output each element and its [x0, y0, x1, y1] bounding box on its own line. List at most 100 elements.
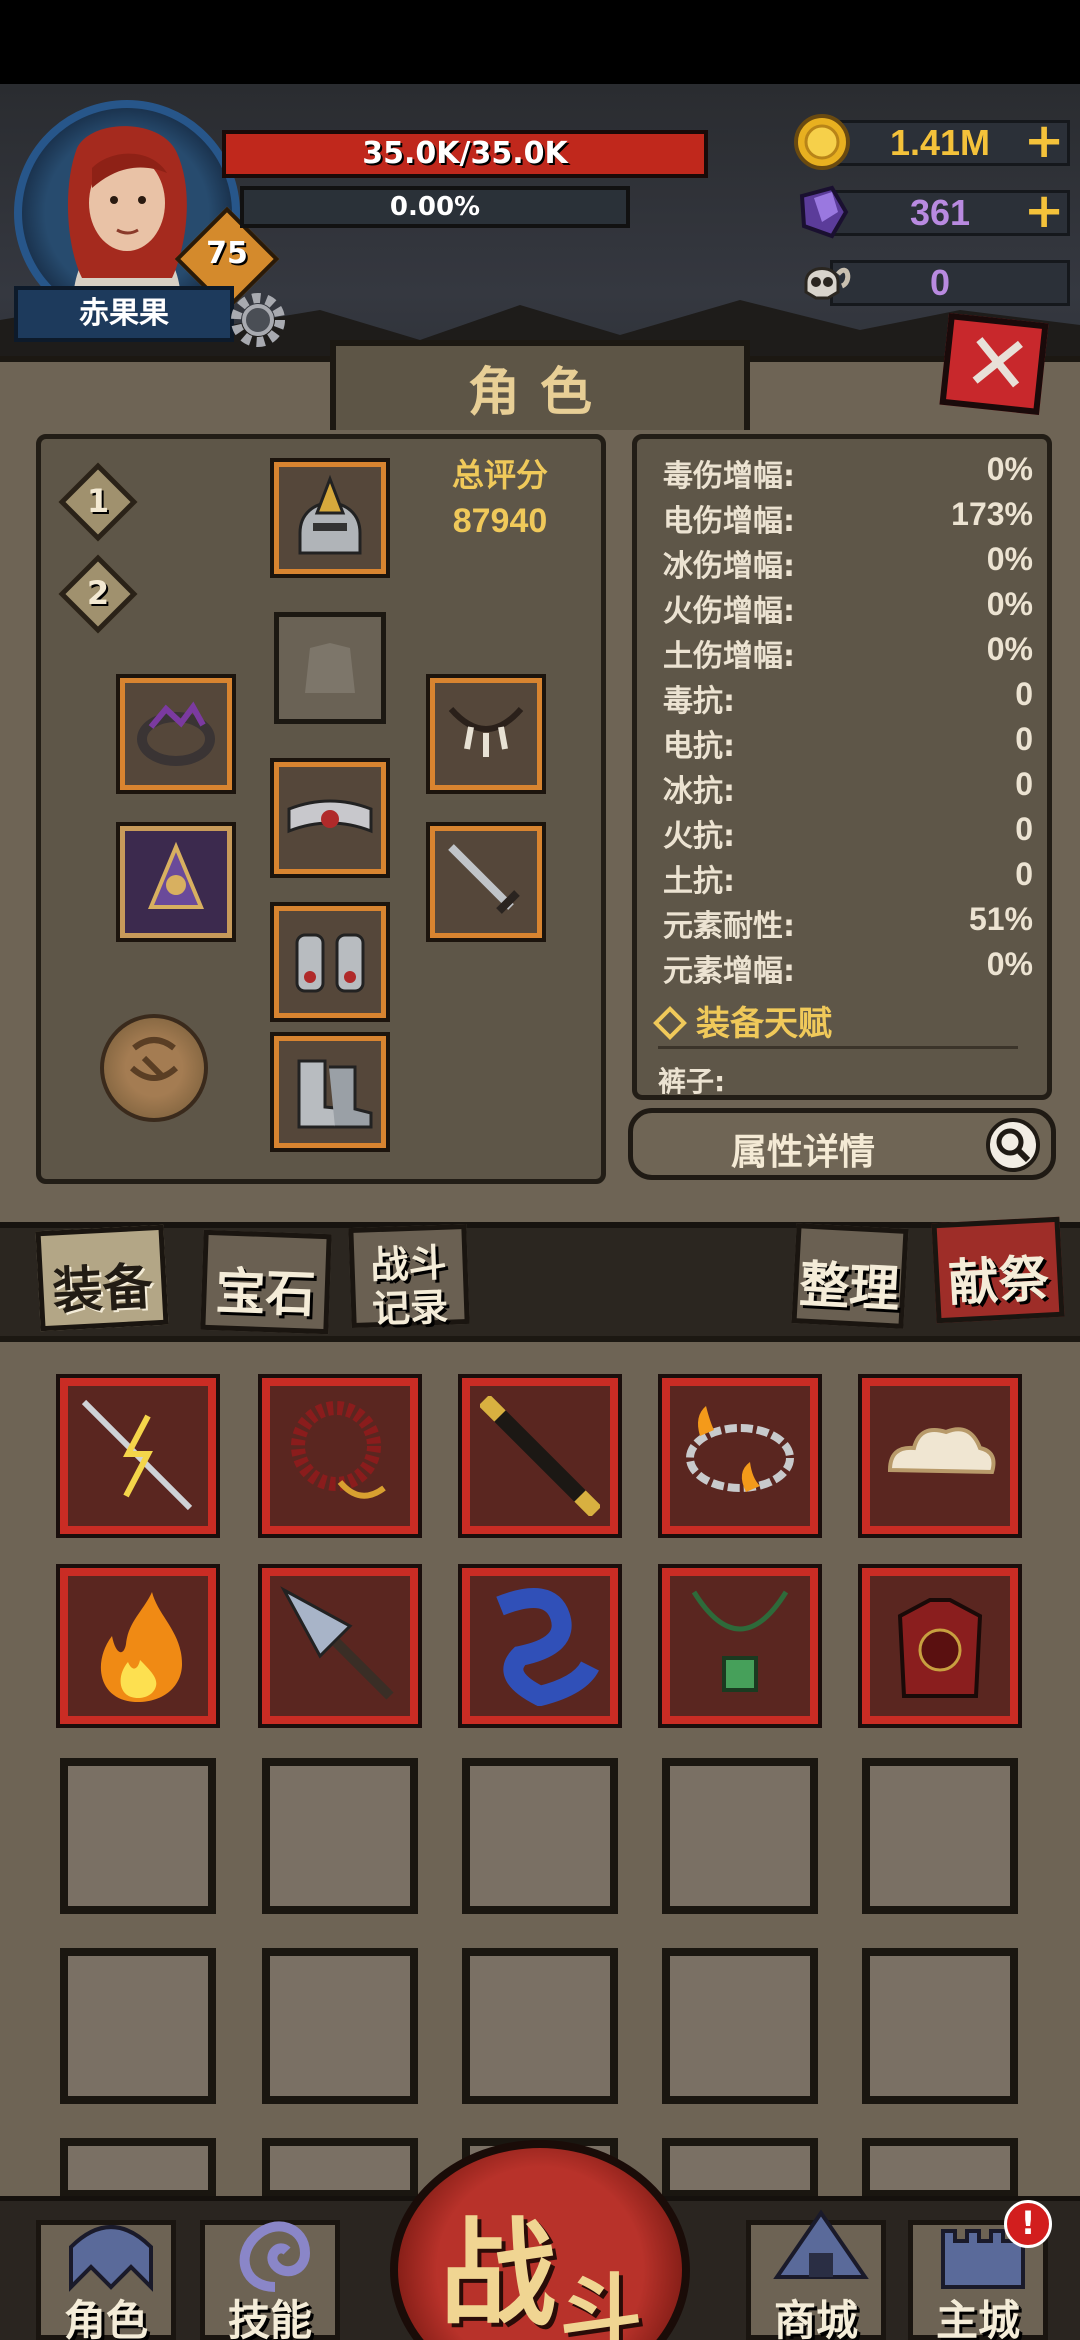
- stat-label: 电抗:: [663, 729, 735, 764]
- inventory-item[interactable]: [862, 1568, 1018, 1724]
- inventory-slot-empty[interactable]: [662, 1948, 818, 2104]
- helmet-nav-icon: [69, 2225, 153, 2292]
- claw-necklace-icon: [448, 706, 524, 757]
- sacrifice-button[interactable]: 献祭: [931, 1216, 1065, 1324]
- inventory-slot-empty[interactable]: [262, 1948, 418, 2104]
- armor-placeholder-icon: [305, 643, 355, 693]
- boots-slot[interactable]: [274, 1036, 386, 1148]
- stat-row: 元素耐性: 51%: [663, 901, 1033, 946]
- add-gold-button[interactable]: +: [1024, 117, 1064, 165]
- stat-row: 冰伤增幅: 0%: [663, 541, 1033, 586]
- stat-row: 土抗: 0: [663, 856, 1033, 901]
- stat-label: 毒伤增幅:: [663, 459, 795, 494]
- inventory-slot-empty[interactable]: [462, 1948, 618, 2104]
- attribute-details-label: 属性详情: [730, 1132, 875, 1173]
- battle-label-2: 斗: [560, 2265, 643, 2340]
- nav-character[interactable]: 角色: [36, 2220, 176, 2340]
- relic-icon: [148, 841, 204, 909]
- gauntlet-slot[interactable]: [274, 906, 386, 1018]
- nav-shop-label: 商城: [773, 2296, 858, 2340]
- stat-label: 毒抗:: [663, 684, 735, 719]
- stat-value: 0: [1015, 856, 1033, 892]
- gold-value: 1.41M: [889, 122, 991, 163]
- stat-value: 173%: [951, 496, 1033, 532]
- relic-slot[interactable]: [120, 826, 232, 938]
- inventory-item[interactable]: [60, 1378, 216, 1534]
- stat-row: 冰抗: 0: [663, 766, 1033, 811]
- skull-value: 0: [929, 262, 951, 303]
- tab-battle-log[interactable]: 战斗 记录: [348, 1223, 470, 1331]
- close-button[interactable]: ✕: [939, 313, 1049, 415]
- cloud-icon: [887, 1427, 996, 1475]
- inventory-slot-empty[interactable]: [60, 1758, 216, 1914]
- search-icon: [986, 1118, 1040, 1172]
- inventory-item[interactable]: [862, 1378, 1018, 1534]
- total-score-value: 87940: [452, 502, 548, 540]
- stat-row: 电伤增幅: 173%: [663, 496, 1033, 541]
- claw-necklace-slot[interactable]: [430, 678, 542, 790]
- inventory-slot-empty[interactable]: [462, 1758, 618, 1914]
- inventory-slot-empty[interactable]: [862, 2138, 1018, 2198]
- stat-label: 火伤增幅:: [663, 594, 795, 629]
- stat-label: 元素增幅:: [663, 954, 795, 989]
- battle-label-1: 战: [440, 2206, 556, 2340]
- tab-battle-log-line2: 记录: [371, 1284, 449, 1332]
- stat-label: 土抗:: [663, 864, 735, 899]
- loadout-1-label: 1: [86, 482, 110, 520]
- loadout-2-label: 2: [86, 574, 110, 612]
- inventory-item[interactable]: [262, 1378, 418, 1534]
- belt-slot[interactable]: [274, 762, 386, 874]
- inventory-item[interactable]: [462, 1568, 618, 1724]
- inventory-slot-empty[interactable]: [862, 1948, 1018, 2104]
- crystal-currency: 361 +: [790, 182, 1080, 242]
- ring-icon: [137, 701, 215, 766]
- inventory-slot-empty[interactable]: [662, 1758, 818, 1914]
- player-level: 75: [206, 236, 248, 271]
- helmet-slot[interactable]: [274, 462, 386, 574]
- inventory-item[interactable]: [262, 1568, 418, 1724]
- weapon-slot[interactable]: [430, 826, 542, 938]
- tab-gems[interactable]: 宝石: [200, 1229, 332, 1335]
- talent-divider: [658, 1046, 1018, 1049]
- crystal-icon: [799, 185, 849, 239]
- stat-value: 0: [1015, 721, 1033, 757]
- tab-equipment[interactable]: 装备: [35, 1224, 169, 1332]
- exp-bar: 0.00%: [240, 186, 630, 228]
- total-score-label: 总评分: [451, 456, 548, 494]
- inventory-slot-empty[interactable]: [60, 2138, 216, 2198]
- stat-row: 元素增幅: 0%: [663, 946, 1033, 991]
- red-armor-icon: [897, 1598, 983, 1698]
- inventory-slot-empty[interactable]: [262, 2138, 418, 2198]
- stat-value: 0: [1015, 676, 1033, 712]
- black-staff-icon: [480, 1396, 600, 1516]
- attribute-details-button[interactable]: 属性详情: [628, 1108, 1056, 1180]
- stat-value: 0%: [986, 946, 1033, 982]
- tab-equipment-label: 装备: [51, 1257, 155, 1321]
- inventory-item[interactable]: [662, 1378, 818, 1534]
- settings-gear-icon[interactable]: [218, 280, 298, 360]
- equip-talent-title: 装备天赋: [696, 1004, 832, 1044]
- sort-button[interactable]: 整理: [791, 1223, 909, 1329]
- inventory-slot-empty[interactable]: [60, 1948, 216, 2104]
- inventory-slot-empty[interactable]: [662, 2138, 818, 2198]
- ring-slot[interactable]: [120, 678, 232, 790]
- inventory-slot-empty[interactable]: [862, 1758, 1018, 1914]
- skull-currency: 0: [790, 252, 1080, 312]
- stat-value: 0%: [986, 631, 1033, 667]
- inventory-item[interactable]: [462, 1378, 618, 1534]
- add-crystal-button[interactable]: +: [1024, 187, 1064, 235]
- inventory-item[interactable]: [662, 1568, 818, 1724]
- armor-slot-empty[interactable]: [274, 612, 386, 724]
- nav-skills[interactable]: 技能: [200, 2220, 340, 2340]
- inventory-item[interactable]: [60, 1568, 216, 1724]
- inventory-slot-empty[interactable]: [262, 1758, 418, 1914]
- red-rosary-icon: [291, 1401, 386, 1499]
- soul-seal-button[interactable]: [100, 1014, 208, 1122]
- diamond-icon: [653, 1006, 687, 1040]
- stat-label: 元素耐性:: [663, 909, 795, 944]
- stat-value: 0%: [986, 451, 1033, 487]
- stat-row: 火伤增幅: 0%: [663, 586, 1033, 631]
- stat-row: 毒抗: 0: [663, 676, 1033, 721]
- panel-title: 角色: [467, 363, 612, 423]
- nav-shop[interactable]: 商城: [746, 2209, 886, 2340]
